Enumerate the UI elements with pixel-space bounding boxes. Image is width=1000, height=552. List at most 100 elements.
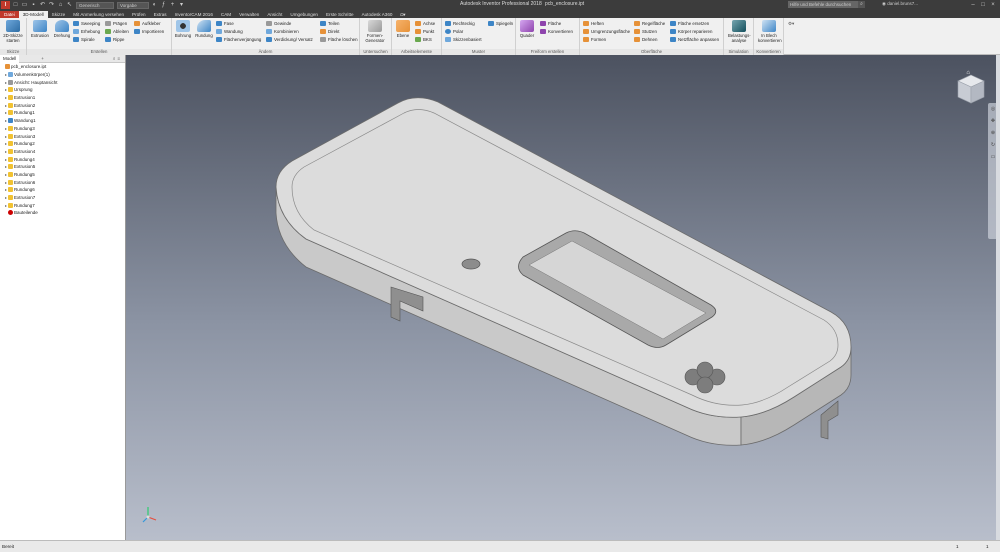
browser-item[interactable]: ▸ Rundung4 [0, 155, 125, 163]
direkt-button[interactable]: Direkt [320, 28, 339, 35]
start-2d-sketch-button[interactable]: 2D-Skizze starten [2, 20, 24, 43]
open-file-icon[interactable]: ▭ [21, 2, 28, 9]
formen-button[interactable]: Formen [583, 36, 606, 43]
tab-ansicht[interactable]: Ansicht [263, 11, 286, 18]
praegen-button[interactable]: Prägen [105, 20, 127, 27]
koerper-reparieren-button[interactable]: Körper reparieren [670, 28, 712, 35]
flaeche-ersetzen-button[interactable]: Fläche ersetzen [670, 20, 709, 27]
drehung-button[interactable]: Drehung [51, 20, 73, 38]
new-file-icon[interactable]: □ [12, 2, 19, 9]
tab-3d-modell[interactable]: 3D-Modell [18, 11, 48, 18]
freiform-konvertieren-button[interactable]: Konvertieren [540, 28, 573, 35]
in-blech-konvertieren-button[interactable]: In Blech konvertieren [758, 20, 782, 43]
bks-button[interactable]: BKS [415, 36, 432, 43]
select-icon[interactable]: ↖ [66, 2, 73, 9]
add-browser-tab-icon[interactable]: + [41, 56, 44, 61]
fase-button[interactable]: Fase [216, 20, 234, 27]
freiform-flaeche-button[interactable]: Fläche [540, 20, 561, 27]
browser-item[interactable]: ▸ Rundung3 [0, 125, 125, 133]
regelflaeche-button[interactable]: Regelfläche [634, 20, 665, 27]
close-icon[interactable]: × [988, 0, 998, 10]
rippe-button[interactable]: Rippe [105, 36, 124, 43]
tab-extras[interactable]: Extras [150, 11, 171, 18]
plus-icon[interactable]: + [169, 2, 176, 9]
polar-button[interactable]: Polar [445, 28, 463, 35]
rundung-button[interactable]: Rundung [193, 20, 215, 38]
dehnen-button[interactable]: Dehnen [634, 36, 657, 43]
tab-umgebungen[interactable]: Umgebungen [286, 11, 322, 18]
material-select[interactable]: Generisch [76, 1, 114, 9]
ribbon-extra-options[interactable]: ⚙ ▾ [788, 20, 794, 27]
tab-pruefen[interactable]: Prüfen [128, 11, 150, 18]
inventor-logo-icon[interactable]: I [1, 1, 10, 9]
importieren-button[interactable]: Importieren [134, 28, 164, 35]
browser-item[interactable]: ▸ Extrusion6 [0, 178, 125, 186]
rechteckig-button[interactable]: Rechteckig [445, 20, 475, 27]
browser-item[interactable]: ▸ Extrusion1 [0, 94, 125, 102]
teilen-button[interactable]: Teilen [320, 20, 339, 27]
browser-item[interactable]: ▸ Extrusion5 [0, 163, 125, 171]
browser-item[interactable]: ▸ Rundung7 [0, 201, 125, 209]
tab-verwalten[interactable]: Verwalten [235, 11, 263, 18]
tab-cam[interactable]: CAM [217, 11, 235, 18]
netzflaeche-button[interactable]: Netzfläche anpassen [670, 36, 719, 43]
quader-button[interactable]: Quader [516, 20, 538, 38]
gewinde-button[interactable]: Gewinde [266, 20, 291, 27]
search-icon[interactable]: ⌕ [858, 1, 865, 8]
user-account[interactable]: ◉ daniel.bruns7... [882, 1, 918, 7]
spiegeln-button[interactable]: Spiegeln [488, 20, 513, 27]
pcb-enclosure-model[interactable] [275, 97, 852, 446]
viewcube-icon[interactable] [956, 73, 986, 105]
tab-erste-schritte[interactable]: Erste Schritte [322, 11, 358, 18]
umgrenzungsflaeche-button[interactable]: Umgrenzungsfläche [583, 28, 630, 35]
tab-a360[interactable]: Autodesk A360 [358, 11, 397, 18]
extrusion-button[interactable]: Extrusion [29, 20, 51, 38]
browser-item[interactable]: ▸ Rundung5 [0, 171, 125, 179]
minimize-icon[interactable]: – [968, 0, 978, 10]
bohrung-button[interactable]: Bohrung [172, 20, 194, 38]
browser-item[interactable]: Bauteilende [0, 209, 125, 217]
wandung-button[interactable]: Wandung [216, 28, 243, 35]
browser-item[interactable]: ▸ Extrusion4 [0, 148, 125, 156]
help-search-input[interactable]: Hilfe und Befehle durchsuchen [788, 1, 858, 8]
formen-generator-button[interactable]: Formen- Generator [364, 20, 386, 43]
browser-item[interactable]: ▸ Extrusion7 [0, 194, 125, 202]
redo-icon[interactable]: ↷ [48, 2, 55, 9]
aufkleber-button[interactable]: Aufkleber [134, 20, 161, 27]
tab-datei[interactable]: Datei [0, 11, 19, 18]
browser-item[interactable]: ▸ Extrusion3 [0, 132, 125, 140]
browser-item[interactable]: ▸ Wandung1 [0, 117, 125, 125]
viewcube-home-icon[interactable]: ⌂ [966, 70, 970, 76]
punkt-button[interactable]: Punkt [415, 28, 434, 35]
spirale-button[interactable]: Spirale [73, 36, 95, 43]
fx-icon[interactable]: ƒ [160, 2, 167, 9]
verdickung-button[interactable]: Verdickung/ Versatz [266, 36, 313, 43]
kombinieren-button[interactable]: Kombinieren [266, 28, 299, 35]
undo-icon[interactable]: ↶ [39, 2, 46, 9]
browser-item[interactable]: ▸ Rundung2 [0, 140, 125, 148]
model-canvas[interactable] [126, 55, 1000, 540]
sweeping-button[interactable]: Sweeping [73, 20, 100, 27]
browser-item[interactable]: ▸ Volumenkörper(1) [0, 71, 125, 79]
ribbon-options-icon[interactable]: ◘▾ [396, 11, 409, 18]
skizzenbasiert-button[interactable]: Skizzenbasiert [445, 36, 482, 43]
viewport-scrollbar[interactable] [996, 55, 1000, 540]
tab-anmerkung[interactable]: Mit Anmerkung versehen [69, 11, 128, 18]
browser-item[interactable]: ▸ Extrusion2 [0, 101, 125, 109]
belastungsanalyse-button[interactable]: Belastungs- analyse [728, 20, 751, 43]
tab-inventorcam[interactable]: InventorCAM 2016 [171, 11, 217, 18]
achse-button[interactable]: Achse [415, 20, 435, 27]
tab-skizze[interactable]: Skizze [48, 11, 70, 18]
browser-item[interactable]: ▸ Ursprung [0, 86, 125, 94]
maximize-icon[interactable]: □ [978, 0, 988, 10]
graphics-viewport[interactable]: ⌂ ◎ ✥ ⊕ ↻ ▭ [126, 55, 1000, 540]
browser-item[interactable]: ▸ Rundung6 [0, 186, 125, 194]
dropdown-icon[interactable]: ▾ [178, 2, 185, 9]
ebene-button[interactable]: Ebene [392, 20, 414, 38]
browser-item[interactable]: ▸ Ansicht: Hauptansicht [0, 78, 125, 86]
flaeche-loeschen-button[interactable]: Fläche löschen [320, 36, 358, 43]
erhebung-button[interactable]: Erhebung [73, 28, 100, 35]
menu-icon[interactable]: ≡ [117, 56, 122, 61]
appearance-select[interactable]: Vorgabe [117, 1, 149, 9]
save-icon[interactable]: ▪ [30, 2, 37, 9]
